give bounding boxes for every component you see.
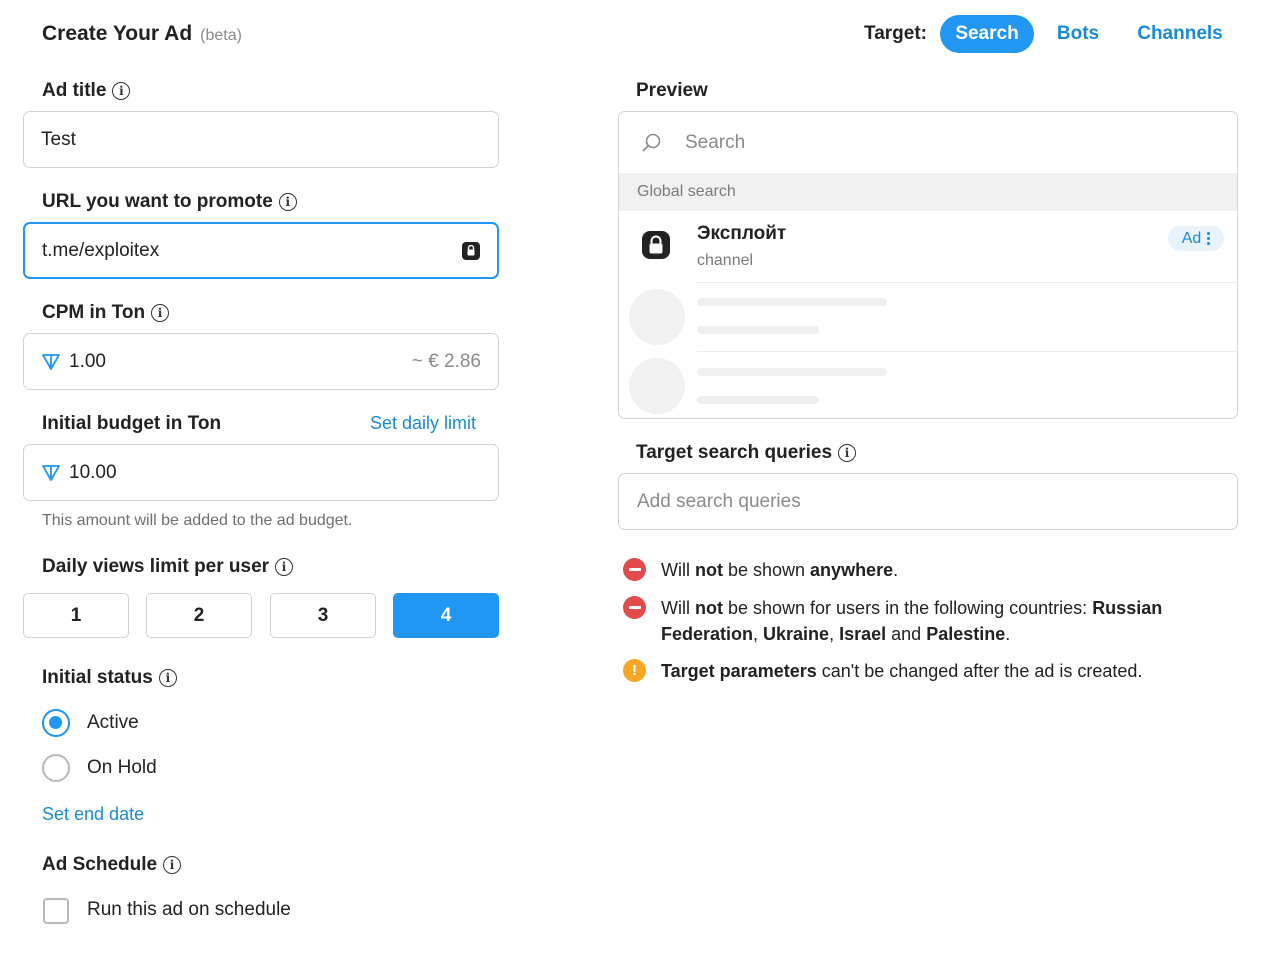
ad-schedule-label-text: Ad Schedule (42, 854, 158, 875)
radio-active[interactable] (42, 709, 70, 737)
info-icon[interactable]: i (163, 856, 182, 874)
preview-search-bar: Search (619, 112, 1237, 173)
limit-option-1[interactable]: 1 (23, 593, 129, 638)
tab-channels[interactable]: Channels (1130, 15, 1230, 53)
url-input[interactable]: t.me/exploitex (23, 222, 499, 279)
info-icon[interactable]: i (278, 193, 297, 211)
cpm-input[interactable]: 1.00 ~ € 2.86 (23, 333, 499, 390)
schedule-checkbox-label[interactable]: Run this ad on schedule (87, 899, 291, 921)
url-label: URL you want to promote i (42, 191, 297, 213)
channel-avatar (637, 226, 675, 264)
skeleton-line (697, 396, 819, 404)
daily-limit-label-text: Daily views limit per user (42, 556, 270, 577)
skeleton-avatar (629, 358, 685, 414)
tab-search[interactable]: Search (940, 15, 1034, 53)
preview-search-placeholder: Search (685, 131, 746, 153)
cpm-label-text: CPM in Ton (42, 302, 146, 323)
search-icon (642, 133, 661, 151)
skeleton-line (697, 326, 819, 334)
ton-icon (42, 353, 60, 370)
notice-not-shown: Will not be shown anywhere. (661, 560, 899, 580)
preview-label: Preview (636, 80, 708, 102)
initial-status-label: Initial status i (42, 667, 177, 689)
ad-badge-text: Ad (1181, 229, 1202, 247)
ad-title-value: Test (41, 128, 76, 150)
set-end-date-link[interactable]: Set end date (42, 804, 144, 825)
radio-on-hold-label[interactable]: On Hold (87, 757, 157, 779)
ad-schedule-label: Ad Schedule i (42, 854, 182, 876)
url-label-text: URL you want to promote (42, 191, 273, 212)
skeleton-line (697, 368, 887, 376)
skeleton-avatar (629, 289, 685, 345)
ad-title-label: Ad title i (42, 80, 131, 102)
skeleton-line (697, 298, 887, 306)
forbidden-icon (623, 596, 646, 619)
info-icon[interactable]: i (151, 304, 170, 322)
budget-hint: This amount will be added to the ad budg… (42, 512, 353, 529)
target-queries-label: Target search queries i (636, 442, 857, 464)
ad-badge[interactable]: Ad (1168, 226, 1224, 251)
budget-value: 10.00 (69, 461, 117, 483)
ton-icon (42, 464, 60, 481)
target-queries-label-text: Target search queries (636, 442, 833, 463)
page-title-text: Create Your Ad (42, 22, 193, 45)
url-value: t.me/exploitex (42, 239, 160, 261)
cpm-approx: ~ € 2.86 (411, 350, 481, 372)
initial-status-label-text: Initial status (42, 667, 153, 688)
budget-label: Initial budget in Ton (42, 413, 221, 435)
budget-label-text: Initial budget in Ton (42, 413, 222, 434)
cpm-label: CPM in Ton i (42, 302, 170, 324)
result-channel-name: Эксплойт (697, 223, 787, 244)
limit-option-4[interactable]: 4 (393, 593, 499, 638)
tab-bots[interactable]: Bots (1050, 15, 1106, 53)
divider (697, 351, 1237, 352)
notice-target-params: Target parameters can't be changed after… (661, 661, 1143, 681)
info-icon[interactable]: i (158, 669, 177, 687)
radio-active-label[interactable]: Active (87, 712, 139, 734)
lock-icon (462, 241, 480, 260)
search-queries-placeholder: Add search queries (637, 490, 801, 512)
search-queries-input[interactable]: Add search queries (618, 473, 1238, 530)
budget-input[interactable]: 10.00 (23, 444, 499, 501)
info-icon[interactable]: i (838, 444, 857, 462)
radio-on-hold[interactable] (42, 754, 70, 782)
divider (697, 282, 1237, 283)
limit-option-2[interactable]: 2 (146, 593, 252, 638)
schedule-checkbox[interactable] (43, 898, 69, 924)
daily-limit-label: Daily views limit per user i (42, 556, 294, 578)
page-title: Create Your Ad (beta) (42, 22, 242, 46)
info-icon[interactable]: i (275, 558, 294, 576)
lock-icon (642, 231, 670, 259)
notice-countries: Will not be shown for users in the follo… (661, 598, 1163, 644)
more-icon (1207, 232, 1211, 245)
preview-section-header: Global search (619, 173, 1237, 211)
ad-title-label-text: Ad title (42, 80, 107, 101)
preview-panel: Search Global search Эксплойт channel Ad (618, 111, 1238, 419)
info-icon[interactable]: i (112, 82, 131, 100)
cpm-value: 1.00 (69, 350, 106, 372)
preview-label-text: Preview (636, 80, 708, 101)
target-label: Target: (864, 23, 927, 44)
limit-option-3[interactable]: 3 (270, 593, 376, 638)
set-daily-limit-link[interactable]: Set daily limit (370, 413, 476, 434)
beta-tag: (beta) (200, 27, 242, 44)
ad-title-input[interactable]: Test (23, 111, 499, 168)
forbidden-icon (623, 558, 646, 581)
warning-icon: ! (623, 659, 646, 682)
result-channel-type: channel (697, 252, 754, 269)
